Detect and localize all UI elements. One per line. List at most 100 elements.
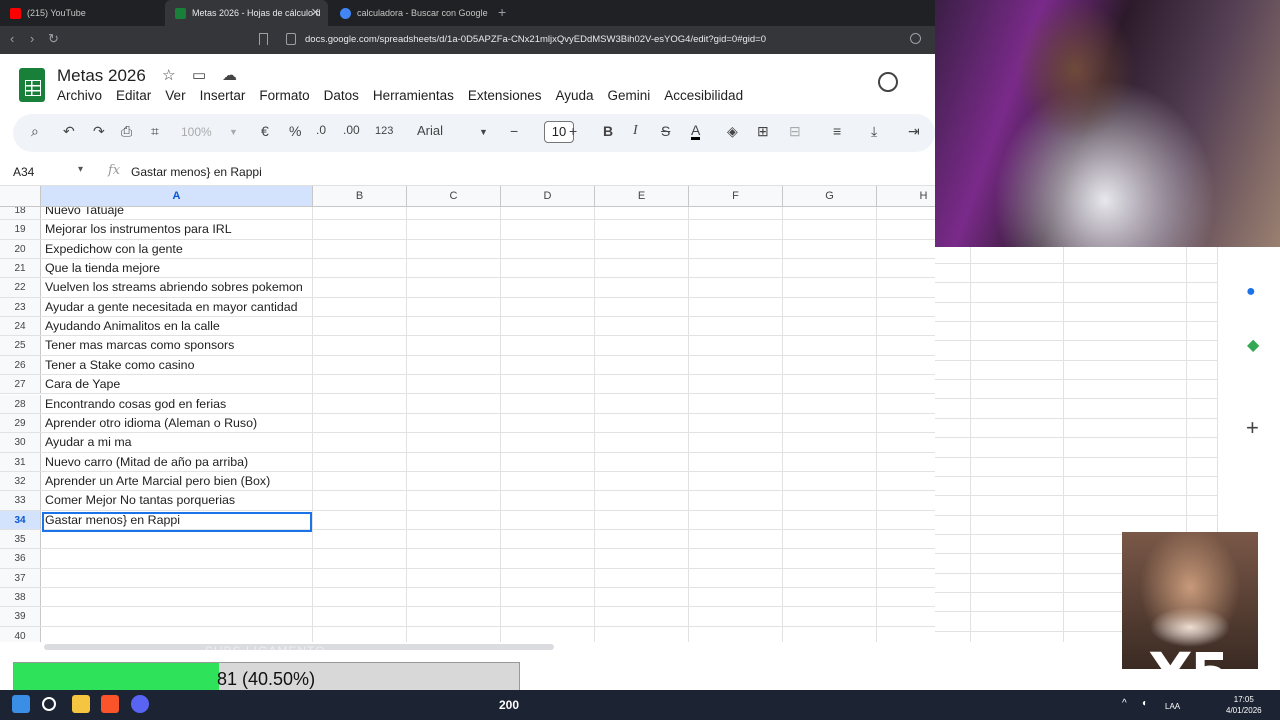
cell-a[interactable]: Ayudar a mi ma xyxy=(45,433,132,452)
bold-button[interactable]: B xyxy=(603,123,613,139)
site-info-icon[interactable] xyxy=(286,33,296,45)
row-header[interactable]: 25 xyxy=(0,336,41,355)
percent-button[interactable]: % xyxy=(289,123,301,139)
menu-accesibilidad[interactable]: Accesibilidad xyxy=(664,88,743,103)
row-header[interactable]: 33 xyxy=(0,491,41,510)
column-header-c[interactable]: C xyxy=(407,186,501,207)
star-icon[interactable]: ☆ xyxy=(162,66,175,84)
row-header[interactable]: 40 xyxy=(0,626,41,642)
menu-archivo[interactable]: Archivo xyxy=(57,88,102,103)
increase-decimal-button[interactable]: .00 xyxy=(343,123,360,137)
menu-ayuda[interactable]: Ayuda xyxy=(555,88,593,103)
cell-a[interactable]: Tener a Stake como casino xyxy=(45,356,194,375)
reload-icon[interactable]: ↻ xyxy=(48,31,59,47)
cell-a[interactable]: Comer Mejor No tantas porquerias xyxy=(45,491,235,510)
document-title[interactable]: Metas 2026 xyxy=(57,66,146,86)
network-icon[interactable]: ◐ xyxy=(1142,698,1148,709)
row-header[interactable]: 30 xyxy=(0,433,41,452)
row-header[interactable]: 31 xyxy=(0,452,41,471)
row-header[interactable]: 27 xyxy=(0,375,41,394)
column-header-e[interactable]: E xyxy=(595,186,689,207)
row-header[interactable]: 29 xyxy=(0,413,41,433)
increase-font-size-icon[interactable]: + xyxy=(569,123,577,139)
bookmark-icon[interactable] xyxy=(259,33,268,45)
cell-a[interactable]: Aprender otro idioma (Aleman o Ruso) xyxy=(45,414,257,433)
active-cell-border[interactable] xyxy=(42,512,312,532)
menu-formato[interactable]: Formato xyxy=(259,88,309,103)
language-indicator[interactable]: LAA xyxy=(1165,702,1180,711)
clock[interactable]: 17:05 4/01/2026 xyxy=(1226,694,1262,716)
cell-a[interactable]: Cara de Yape xyxy=(45,375,120,394)
borders-icon[interactable]: ⊞ xyxy=(757,123,769,140)
row-header[interactable]: 32 xyxy=(0,471,41,491)
column-header-a[interactable]: A xyxy=(41,186,313,207)
tab-youtube[interactable]: (215) YouTube xyxy=(0,0,165,26)
menu-datos[interactable]: Datos xyxy=(324,88,359,103)
column-header-h[interactable]: H xyxy=(877,186,935,207)
name-box[interactable]: A34 xyxy=(13,165,34,179)
cell-a[interactable]: Tener mas marcas como sponsors xyxy=(45,336,234,355)
back-icon[interactable]: ‹ xyxy=(10,31,14,46)
text-color-button[interactable]: A xyxy=(691,123,701,140)
start-icon[interactable] xyxy=(12,695,30,713)
formula-input[interactable]: Gastar menos} en Rappi xyxy=(131,165,262,179)
row-header[interactable]: 26 xyxy=(0,355,41,375)
select-all-corner[interactable] xyxy=(0,186,41,207)
move-folder-icon[interactable]: ▭ xyxy=(192,66,206,84)
cell-a[interactable]: Que la tienda mejore xyxy=(45,259,160,278)
strikethrough-button[interactable]: S xyxy=(661,123,670,139)
row-header[interactable]: 34 xyxy=(0,510,41,529)
row-header[interactable]: 20 xyxy=(0,239,41,259)
row-header[interactable]: 22 xyxy=(0,278,41,297)
cloud-status-icon[interactable]: ☁ xyxy=(222,66,237,84)
cell-a[interactable]: Encontrando cosas god en ferias xyxy=(45,395,226,414)
tab-calculadora[interactable]: calculadora - Buscar con Google xyxy=(330,0,490,26)
italic-button[interactable]: I xyxy=(633,123,638,139)
merge-cells-icon[interactable]: ⊟ xyxy=(789,123,801,140)
sheets-logo-icon[interactable] xyxy=(19,68,45,102)
decrease-font-size-icon[interactable]: − xyxy=(510,123,518,139)
column-header-d[interactable]: D xyxy=(501,186,595,207)
cell-a[interactable]: Ayudar a gente necesitada en mayor canti… xyxy=(45,298,298,317)
url-text[interactable]: docs.google.com/spreadsheets/d/1a-0D5APZ… xyxy=(305,34,766,45)
menu-editar[interactable]: Editar xyxy=(116,88,151,103)
menu-ver[interactable]: Ver xyxy=(165,88,185,103)
cell-a[interactable]: Ayudando Animalitos en la calle xyxy=(45,317,220,336)
undo-icon[interactable]: ↶ xyxy=(63,123,75,140)
cell-a[interactable]: Nuevo carro (Mitad de año pa arriba) xyxy=(45,453,248,472)
chevron-up-icon[interactable]: ^ xyxy=(1122,698,1127,709)
contacts-icon[interactable]: ● xyxy=(1246,283,1256,301)
close-tab-icon[interactable]: ✕ xyxy=(311,6,320,19)
tab-metas-2026[interactable]: Metas 2026 - Hojas de cálculo d ✕ xyxy=(165,0,328,26)
new-tab-icon[interactable]: + xyxy=(498,4,506,20)
forward-icon[interactable]: › xyxy=(30,31,34,46)
print-icon[interactable]: ⎙ xyxy=(121,123,132,140)
cell-a[interactable]: Expedichow con la gente xyxy=(45,240,183,259)
add-addon-icon[interactable]: + xyxy=(1246,415,1259,441)
menu-gemini[interactable]: Gemini xyxy=(608,88,651,103)
row-header[interactable]: 19 xyxy=(0,220,41,239)
cell-a[interactable]: Mejorar los instrumentos para IRL xyxy=(45,220,232,239)
vertical-align-icon[interactable]: ⤓ xyxy=(871,123,877,140)
zoom-icon[interactable] xyxy=(910,33,921,44)
menu-herramientas[interactable]: Herramientas xyxy=(373,88,454,103)
row-header[interactable]: 24 xyxy=(0,317,41,336)
text-wrap-icon[interactable]: ⇥ xyxy=(908,123,920,140)
align-left-icon[interactable]: ≡ xyxy=(833,123,841,139)
brave-icon[interactable] xyxy=(101,695,119,713)
file-explorer-icon[interactable] xyxy=(72,695,90,713)
row-header[interactable]: 21 xyxy=(0,259,41,278)
version-history-icon[interactable] xyxy=(878,72,898,92)
discord-icon[interactable] xyxy=(131,695,149,713)
row-header[interactable]: 28 xyxy=(0,394,41,413)
cell-a[interactable]: Aprender un Arte Marcial pero bien (Box) xyxy=(45,472,270,491)
currency-button[interactable]: € xyxy=(261,123,269,139)
row-header[interactable]: 23 xyxy=(0,297,41,317)
spreadsheet-grid[interactable]: A B C D E F G H 18 Nuevo Tatuaje 19 Mejorar… xyxy=(0,186,935,642)
row-header[interactable]: 39 xyxy=(0,607,41,626)
row-header[interactable]: 36 xyxy=(0,549,41,568)
decrease-decimal-button[interactable]: .0 xyxy=(316,123,326,137)
chevron-down-icon[interactable]: ▾ xyxy=(78,164,83,175)
maps-icon[interactable]: ◆ xyxy=(1247,335,1259,355)
cell-a[interactable]: Vuelven los streams abriendo sobres poke… xyxy=(45,278,303,297)
